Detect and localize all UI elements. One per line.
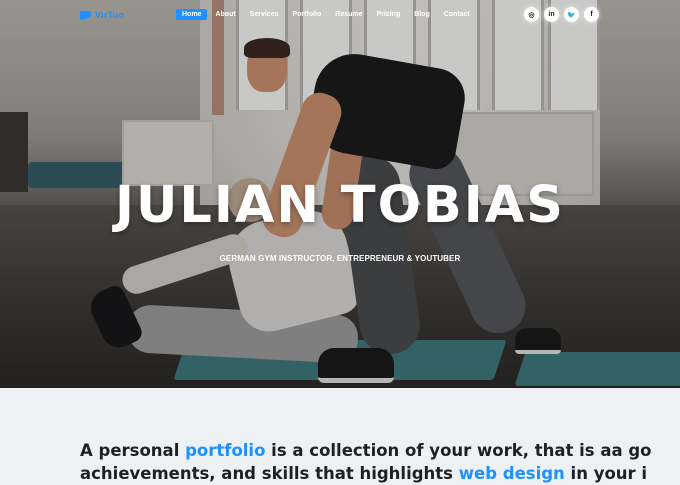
about-text-fragment: A personal bbox=[80, 441, 186, 460]
about-text-fragment: in your i bbox=[564, 464, 648, 483]
nav-item-about[interactable]: About bbox=[209, 9, 241, 20]
about-section: A personal portfolio is a collection of … bbox=[0, 388, 680, 483]
about-text-fragment: is a collection of your work, that is aa… bbox=[265, 441, 652, 460]
social-links: ◎ in 🐦 f bbox=[524, 7, 599, 22]
nav-item-resume[interactable]: Resume bbox=[329, 9, 368, 20]
linkedin-icon[interactable]: in bbox=[544, 7, 559, 22]
facebook-icon[interactable]: f bbox=[584, 7, 599, 22]
logo-icon bbox=[80, 10, 91, 20]
nav-item-pricing[interactable]: Pricing bbox=[371, 9, 407, 20]
web-design-link[interactable]: web design bbox=[459, 464, 565, 483]
about-text: A personal portfolio is a collection of … bbox=[80, 439, 680, 485]
hero-title: JULIAN TOBIAS bbox=[115, 176, 565, 235]
nav-item-portfolio[interactable]: Portfolio bbox=[286, 9, 327, 20]
nav-item-home[interactable]: Home bbox=[176, 9, 208, 20]
main-menu: Home About Services Portfolio Resume Pri… bbox=[176, 9, 478, 20]
nav-item-contact[interactable]: Contact bbox=[438, 9, 476, 20]
instagram-icon[interactable]: ◎ bbox=[524, 7, 539, 22]
about-text-fragment: achievements, and skills that highlights bbox=[80, 464, 459, 483]
twitter-icon[interactable]: 🐦 bbox=[564, 7, 579, 22]
top-navbar: VirTuo Home About Services Portfolio Res… bbox=[0, 0, 680, 32]
logo[interactable]: VirTuo bbox=[80, 10, 124, 20]
about-line-1: A personal portfolio is a collection of … bbox=[80, 439, 680, 462]
about-line-2: achievements, and skills that highlights… bbox=[80, 462, 680, 485]
logo-text: VirTuo bbox=[95, 10, 125, 20]
nav-item-blog[interactable]: Blog bbox=[408, 9, 436, 20]
hero-subtitle: GERMAN GYM INSTRUCTOR, ENTREPRENEUR & YO… bbox=[219, 254, 461, 263]
hero-section: JULIAN TOBIAS GERMAN GYM INSTRUCTOR, ENT… bbox=[0, 0, 680, 388]
nav-item-services[interactable]: Services bbox=[244, 9, 285, 20]
portfolio-link[interactable]: portfolio bbox=[185, 441, 265, 460]
